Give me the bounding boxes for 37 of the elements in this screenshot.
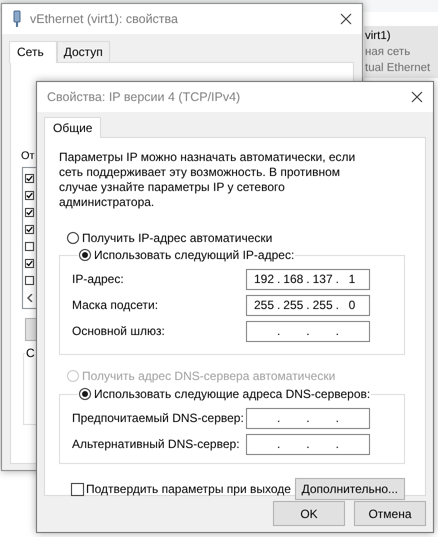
tab[interactable]: Общие xyxy=(44,117,102,138)
checkbox[interactable] xyxy=(25,191,34,200)
ip-address-field[interactable]: . . . xyxy=(246,434,370,454)
validate-checkbox[interactable]: Подтвердить параметры при выходе xyxy=(71,482,291,496)
close-icon[interactable] xyxy=(411,91,423,103)
window-title: vEthernet (virt1): свойства xyxy=(30,12,179,26)
close-icon[interactable] xyxy=(340,13,352,25)
ip-manual-radio[interactable]: Использовать следующий IP-адрес: xyxy=(79,248,294,262)
dns-manual-radio[interactable]: Использовать следующие адреса DNS-серверов: xyxy=(79,387,370,401)
checkbox[interactable] xyxy=(25,225,34,234)
group-label: С xyxy=(25,346,36,360)
checkbox[interactable] xyxy=(25,174,34,183)
scroll-left-icon[interactable] xyxy=(27,294,33,302)
tab[interactable]: Доступ xyxy=(56,41,110,62)
ip-address-field[interactable]: 192 . 168 . 137 . 1 xyxy=(246,268,370,290)
field-label: Альтернативный DNS-сервер: xyxy=(72,437,241,451)
tab[interactable]: Сеть xyxy=(9,41,57,63)
field-label: IP-адрес: xyxy=(72,272,125,286)
description-text: Параметры IP можно назначать автоматически, если сеть поддерживает эту возможность. В противном случае узнайте параметры IP у сетевого администратора. xyxy=(59,150,356,210)
ip-address-field[interactable]: . . . xyxy=(246,408,370,428)
ip-address-field[interactable]: 255 . 255 . 255 . 0 xyxy=(246,294,370,316)
ip-address-field[interactable]: . . . xyxy=(246,320,370,342)
field-label: Маска подсети: xyxy=(72,298,160,312)
dialog-button[interactable]: OK xyxy=(273,501,345,526)
components-label: От xyxy=(21,150,35,162)
field-label: Предпочитаемый DNS-сервер: xyxy=(72,411,245,425)
ip-auto-radio[interactable]: Получить IP-адрес автоматически xyxy=(67,231,415,245)
connection-item[interactable]: virt1) ная сеть tual Ethernet xyxy=(364,26,438,78)
checkbox[interactable] xyxy=(25,242,34,251)
checkbox[interactable] xyxy=(25,259,34,268)
dialog-button[interactable]: Отмена xyxy=(354,501,426,526)
window-title: Свойства: IP версии 4 (TCP/IPv4) xyxy=(47,90,242,104)
network-adapter-icon xyxy=(12,10,22,28)
field-label: Основной шлюз: xyxy=(72,324,166,338)
checkbox[interactable] xyxy=(25,276,34,285)
checkbox[interactable] xyxy=(25,208,34,217)
advanced-button[interactable]: Дополнительно... xyxy=(294,478,405,500)
